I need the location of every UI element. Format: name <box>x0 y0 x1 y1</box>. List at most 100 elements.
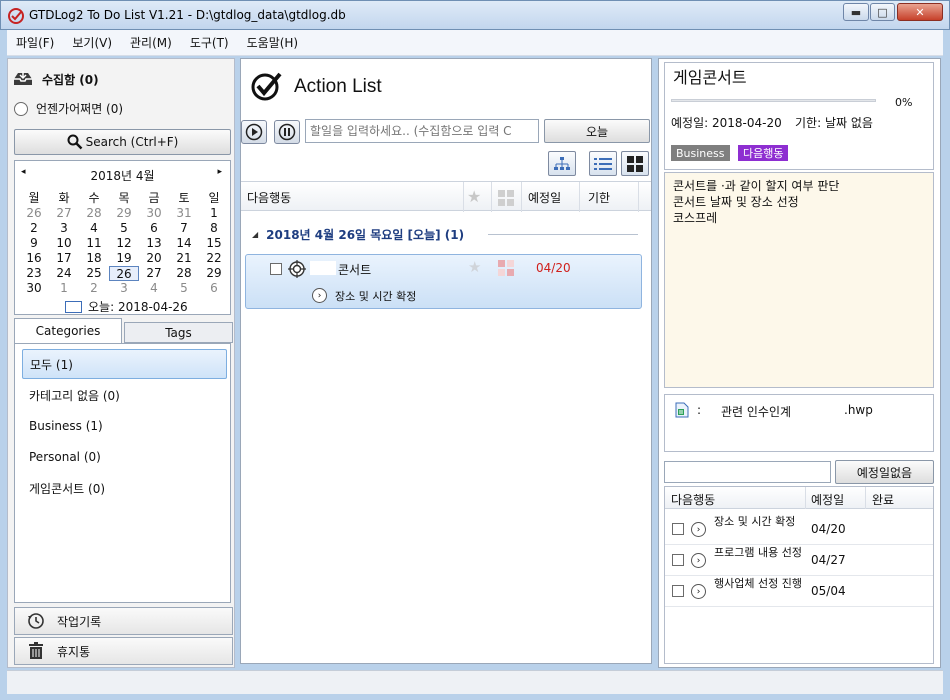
category-item-business[interactable]: Business (1) <box>22 411 227 441</box>
calendar-day[interactable]: 5 <box>109 221 139 236</box>
category-item-none[interactable]: 카테고리 없음 (0) <box>22 380 227 410</box>
pause-button[interactable] <box>274 120 300 144</box>
menu-file[interactable]: 파일(F) <box>7 34 63 51</box>
calendar-day[interactable]: 21 <box>169 251 199 266</box>
next-action-chevron-icon[interactable]: › <box>691 522 706 537</box>
calendar-day[interactable]: 29 <box>199 266 229 281</box>
calendar-day[interactable]: 25 <box>79 266 109 281</box>
calendar-day[interactable]: 26 <box>19 206 49 221</box>
next-action-checkbox[interactable] <box>672 585 684 597</box>
play-button[interactable] <box>241 120 267 144</box>
calendar-day[interactable]: 6 <box>139 221 169 236</box>
collapse-triangle-icon[interactable]: ◢ <box>252 230 258 239</box>
calendar-day[interactable]: 19 <box>109 251 139 266</box>
menu-help[interactable]: 도움말(H) <box>238 34 308 51</box>
next-col-action[interactable]: 다음행동 <box>671 491 715 508</box>
column-star-icon[interactable]: ★ <box>467 187 481 206</box>
next-action-checkbox[interactable] <box>672 523 684 535</box>
calendar-day[interactable]: 30 <box>139 206 169 221</box>
list-view-button[interactable] <box>589 151 617 176</box>
calendar-day-today[interactable]: 26 <box>109 266 139 281</box>
no-due-date-button[interactable]: 예정일없음 <box>835 460 934 484</box>
next-action-row[interactable]: › 장소 및 시간 확정 04/20 <box>665 514 933 545</box>
calendar-day[interactable]: 24 <box>49 266 79 281</box>
calendar-day[interactable]: 16 <box>19 251 49 266</box>
calendar-day[interactable]: 14 <box>169 236 199 251</box>
task-checkbox[interactable] <box>270 263 282 275</box>
next-col-scheduled[interactable]: 예정일 <box>811 491 844 508</box>
calendar-day[interactable]: 3 <box>49 221 79 236</box>
hierarchy-view-button[interactable] <box>548 151 576 176</box>
grid-view-button[interactable] <box>621 151 649 176</box>
calendar-day[interactable]: 3 <box>109 281 139 296</box>
trash-button[interactable]: 휴지통 <box>14 637 233 665</box>
minimize-button[interactable]: ▬ <box>843 3 869 21</box>
next-action-checkbox[interactable] <box>672 554 684 566</box>
calendar-day[interactable]: 18 <box>79 251 109 266</box>
task-row[interactable]: 콘서트 ★ 04/20 › 장소 및 시간 확정 <box>245 254 642 309</box>
calendar-day[interactable]: 15 <box>199 236 229 251</box>
next-action-chevron-icon[interactable]: › <box>691 584 706 599</box>
search-button[interactable]: Search (Ctrl+F) <box>14 129 231 155</box>
calendar-day[interactable]: 17 <box>49 251 79 266</box>
calendar-day[interactable]: 2 <box>19 221 49 236</box>
calendar-next-icon[interactable]: ▸ <box>217 167 222 177</box>
category-item-personal[interactable]: Personal (0) <box>22 442 227 472</box>
calendar-day[interactable]: 27 <box>49 206 79 221</box>
menu-manage[interactable]: 관리(M) <box>121 34 181 51</box>
column-scheduled[interactable]: 예정일 <box>528 189 561 206</box>
close-button[interactable]: ✕ <box>897 3 943 21</box>
calendar-day[interactable]: 1 <box>49 281 79 296</box>
next-step-chevron-icon[interactable]: › <box>312 288 327 303</box>
next-action-row[interactable]: › 프로그램 내용 선정 04/27 <box>665 545 933 576</box>
calendar-day[interactable]: 9 <box>19 236 49 251</box>
notes-area[interactable]: 콘서트를 ·과 같이 할지 여부 판단 콘서트 날짜 및 장소 선정 코스프레 <box>664 172 934 388</box>
calendar-today-link[interactable]: 오늘: 2018-04-26 <box>65 298 188 315</box>
tab-categories[interactable]: Categories <box>14 318 122 343</box>
calendar-day[interactable]: 29 <box>109 206 139 221</box>
someday-item[interactable]: 언젠가어쩌면 (0) <box>14 100 123 117</box>
column-due[interactable]: 기한 <box>588 189 610 206</box>
calendar-day[interactable]: 13 <box>139 236 169 251</box>
calendar-day[interactable]: 31 <box>169 206 199 221</box>
next-action-row[interactable]: › 행사업체 선정 진행 05/04 <box>665 576 933 607</box>
calendar-day[interactable]: 5 <box>169 281 199 296</box>
calendar-day[interactable]: 28 <box>79 206 109 221</box>
column-next-action[interactable]: 다음행동 <box>247 189 291 206</box>
calendar-day[interactable]: 20 <box>139 251 169 266</box>
task-priority-icon[interactable] <box>498 260 514 276</box>
calendar-day[interactable]: 4 <box>139 281 169 296</box>
next-col-done[interactable]: 완료 <box>872 491 894 508</box>
calendar-day[interactable]: 6 <box>199 281 229 296</box>
category-item-game-concert[interactable]: 게임콘서트 (0) <box>22 473 227 503</box>
column-priority-icon[interactable] <box>498 190 514 206</box>
tab-tags[interactable]: Tags <box>124 322 233 343</box>
date-group-header[interactable]: ◢ 2018년 4월 26일 목요일 [오늘] (1) <box>252 226 464 243</box>
calendar-day[interactable]: 7 <box>169 221 199 236</box>
inbox-item[interactable]: 수집함 (0) <box>12 70 99 88</box>
calendar-day[interactable]: 30 <box>19 281 49 296</box>
calendar-day[interactable]: 23 <box>19 266 49 281</box>
menu-tools[interactable]: 도구(T) <box>181 34 238 51</box>
document-file-icon[interactable] <box>675 402 689 418</box>
calendar-day[interactable]: 28 <box>169 266 199 281</box>
calendar-day[interactable]: 12 <box>109 236 139 251</box>
maximize-button[interactable]: □ <box>870 3 895 21</box>
calendar-day[interactable]: 1 <box>199 206 229 221</box>
menu-view[interactable]: 보기(V) <box>63 34 121 51</box>
calendar-day[interactable]: 2 <box>79 281 109 296</box>
work-log-button[interactable]: 작업기록 <box>14 607 233 635</box>
due-date-input[interactable] <box>664 461 831 483</box>
next-action-chevron-icon[interactable]: › <box>691 553 706 568</box>
calendar-day[interactable]: 10 <box>49 236 79 251</box>
category-item-all[interactable]: 모두 (1) <box>22 349 227 379</box>
task-input[interactable] <box>305 119 539 143</box>
calendar-day[interactable]: 11 <box>79 236 109 251</box>
tag-business[interactable]: Business <box>671 145 730 161</box>
tag-next-action[interactable]: 다음행동 <box>738 145 789 161</box>
today-button[interactable]: 오늘 <box>544 119 650 143</box>
calendar-day[interactable]: 4 <box>79 221 109 236</box>
attachment-name[interactable]: 관련 인수인계 <box>721 403 791 420</box>
calendar-day[interactable]: 27 <box>139 266 169 281</box>
task-star-icon[interactable]: ★ <box>468 258 481 276</box>
